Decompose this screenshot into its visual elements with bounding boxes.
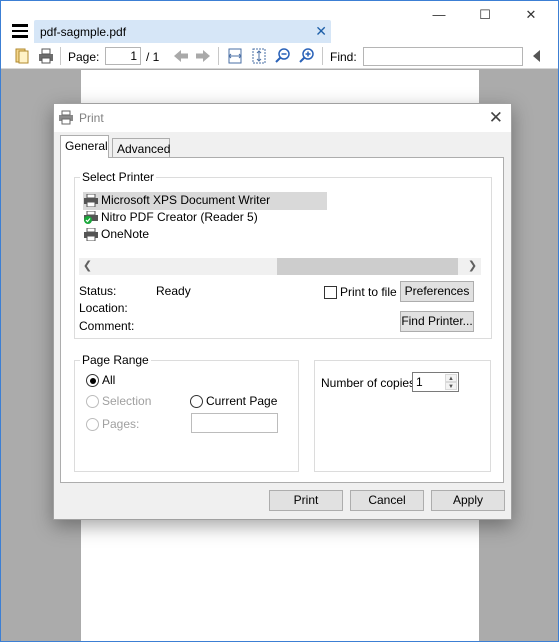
current-page-label: Current Page (206, 394, 278, 408)
all-pages-radio[interactable] (86, 374, 99, 387)
find-printer-button[interactable]: Find Printer... (400, 311, 474, 332)
print-to-file-checkbox[interactable] (324, 286, 337, 299)
printer-name: OneNote (101, 227, 150, 241)
printer-item-onenote[interactable]: OneNote (83, 226, 149, 244)
print-to-file-label: Print to file (340, 285, 397, 299)
document-tab[interactable]: pdf-sagmple.pdf ✕ (34, 20, 331, 44)
selection-label: Selection (102, 394, 152, 408)
current-page-radio[interactable] (190, 395, 203, 408)
status-label: Status: (79, 284, 117, 298)
printer-name: Nitro PDF Creator (Reader 5) (101, 210, 258, 224)
printer-name: Microsoft XPS Document Writer (101, 193, 271, 207)
previous-page-icon[interactable] (172, 47, 190, 65)
printer-icon (59, 110, 73, 125)
tab-advanced[interactable]: Advanced (112, 138, 170, 159)
cancel-button[interactable]: Cancel (350, 490, 424, 511)
decrement-icon[interactable]: ▼ (445, 382, 457, 390)
print-icon[interactable] (37, 47, 55, 65)
zoom-in-icon[interactable] (298, 47, 316, 65)
location-label: Location: (79, 301, 128, 315)
fit-width-icon[interactable] (226, 47, 244, 65)
fit-page-icon[interactable] (250, 47, 268, 65)
dialog-title-bar: Print ✕ (54, 104, 511, 132)
dialog-close-button[interactable]: ✕ (489, 108, 503, 128)
pages-radio[interactable] (86, 418, 99, 431)
zoom-out-icon[interactable] (274, 47, 292, 65)
page-range-group: Page Range All Selection Current Page Pa… (74, 353, 299, 472)
document-tab-label: pdf-sagmple.pdf (40, 25, 127, 39)
next-page-icon[interactable] (194, 47, 212, 65)
scrollbar-thumb[interactable] (277, 258, 458, 275)
find-input[interactable] (363, 47, 523, 66)
pages-input[interactable] (191, 413, 278, 433)
printer-list[interactable]: Microsoft XPS Document Writer Nitro PDF … (79, 186, 481, 258)
title-bar: pdf-sagmple.pdf ✕ — ☐ ✕ (1, 1, 558, 44)
scroll-right-icon[interactable]: ❯ (464, 258, 481, 275)
printer-list-scrollbar[interactable]: ❮ ❯ (79, 258, 481, 275)
toolbar-separator (218, 47, 219, 65)
maximize-button[interactable]: ☐ (470, 7, 500, 27)
increment-icon[interactable]: ▲ (445, 374, 457, 382)
copies-group: Number of copies: 1 ▲ ▼ (314, 360, 491, 472)
select-printer-group: Select Printer Microsoft XPS Document Wr… (74, 170, 492, 339)
general-tab-panel: Select Printer Microsoft XPS Document Wr… (60, 157, 504, 483)
copies-value: 1 (416, 375, 423, 389)
toolbar-separator (322, 47, 323, 65)
minimize-button[interactable]: — (424, 7, 454, 27)
printer-item-xps[interactable]: Microsoft XPS Document Writer (83, 192, 327, 210)
tab-general[interactable]: General (60, 135, 109, 158)
scroll-left-icon[interactable]: ❮ (79, 258, 96, 275)
close-window-button[interactable]: ✕ (516, 7, 546, 27)
selection-radio[interactable] (86, 395, 99, 408)
printer-item-nitro[interactable]: Nitro PDF Creator (Reader 5) (83, 209, 258, 227)
open-file-icon[interactable] (13, 47, 31, 65)
all-pages-label: All (102, 373, 116, 387)
copies-stepper[interactable]: 1 ▲ ▼ (412, 372, 459, 392)
printer-icon (84, 194, 98, 207)
page-number-input[interactable]: 1 (105, 47, 141, 65)
page-range-title: Page Range (80, 353, 151, 367)
number-of-copies-label: Number of copies: (321, 376, 419, 390)
status-value: Ready (156, 284, 191, 298)
printer-icon (84, 228, 98, 241)
preferences-button[interactable]: Preferences (400, 281, 474, 302)
print-button[interactable]: Print (269, 490, 343, 511)
select-printer-title: Select Printer (80, 170, 157, 184)
find-previous-icon[interactable] (528, 47, 546, 65)
default-printer-icon (84, 211, 98, 224)
page-label: Page: (68, 50, 100, 64)
comment-label: Comment: (79, 319, 135, 333)
dialog-title: Print (79, 111, 104, 125)
pages-label: Pages: (102, 417, 140, 431)
print-dialog: Print ✕ General Advanced Select Printer … (53, 103, 512, 520)
toolbar: Page: 1 / 1 Find: (1, 43, 558, 69)
menu-icon[interactable] (12, 24, 28, 38)
page-total: / 1 (146, 50, 160, 64)
close-tab-icon[interactable]: ✕ (315, 23, 327, 40)
find-label: Find: (330, 50, 357, 64)
apply-button[interactable]: Apply (431, 490, 505, 511)
toolbar-separator (60, 47, 61, 65)
